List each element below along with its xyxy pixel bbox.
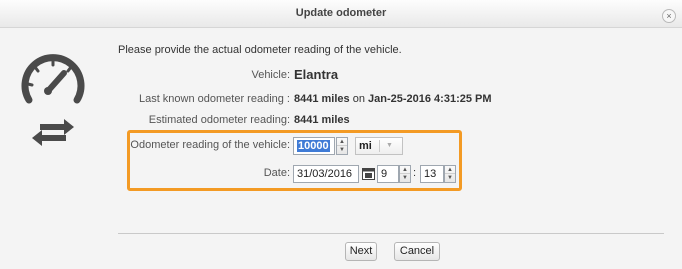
last-known-value: 8441 miles on Jan-25-2016 4:31:25 PM — [294, 93, 492, 105]
close-icon[interactable]: × — [662, 9, 676, 23]
time-colon: : — [413, 167, 417, 179]
unit-select[interactable]: mi ▼ — [355, 137, 403, 155]
vehicle-label: Vehicle: — [251, 69, 290, 81]
stepper-down-icon[interactable]: ▼ — [400, 174, 410, 182]
stepper-up-icon[interactable]: ▲ — [445, 166, 455, 174]
select-divider — [379, 140, 380, 152]
update-odometer-dialog: Update odometer × Please provide the act… — [0, 0, 682, 269]
minute-stepper[interactable]: ▲ ▼ — [444, 165, 456, 183]
estimated-value: 8441 miles — [294, 114, 350, 126]
calendar-icon[interactable] — [362, 167, 375, 180]
date-input[interactable]: 31/03/2016 — [293, 165, 359, 183]
unit-value: mi — [359, 140, 372, 152]
estimated-row: Estimated odometer reading: 8441 miles — [0, 114, 682, 130]
next-button[interactable]: Next — [345, 242, 377, 261]
odometer-input[interactable]: 10000 — [293, 137, 335, 155]
stepper-down-icon[interactable]: ▼ — [445, 174, 455, 182]
vehicle-name: Elantra — [294, 67, 339, 82]
stepper-up-icon[interactable]: ▲ — [337, 138, 347, 146]
odometer-value: 10000 — [297, 140, 330, 152]
title-bar: Update odometer × — [0, 0, 682, 28]
last-known-row: Last known odometer reading : 8441 miles… — [0, 93, 682, 109]
last-known-date: Jan-25-2016 4:31:25 PM — [368, 93, 492, 105]
odometer-stepper[interactable]: ▲ ▼ — [336, 137, 348, 155]
odometer-label: Odometer reading of the vehicle: — [130, 139, 290, 151]
stepper-down-icon[interactable]: ▼ — [337, 146, 347, 154]
last-known-miles: 8441 miles — [294, 93, 350, 105]
cancel-button[interactable]: Cancel — [394, 242, 440, 261]
stepper-up-icon[interactable]: ▲ — [400, 166, 410, 174]
vehicle-row: Vehicle: Elantra — [0, 67, 682, 85]
last-known-on: on — [349, 93, 369, 105]
last-known-label: Last known odometer reading : — [138, 93, 290, 105]
footer-separator — [118, 233, 664, 234]
chevron-down-icon: ▼ — [386, 142, 393, 149]
dialog-title: Update odometer — [295, 7, 387, 19]
hour-stepper[interactable]: ▲ ▼ — [399, 165, 411, 183]
minute-input[interactable]: 13 — [420, 165, 444, 183]
intro-text: Please provide the actual odometer readi… — [118, 44, 402, 56]
hour-input[interactable]: 9 — [377, 165, 399, 183]
estimated-label: Estimated odometer reading: — [148, 114, 290, 126]
date-label: Date: — [263, 167, 290, 179]
